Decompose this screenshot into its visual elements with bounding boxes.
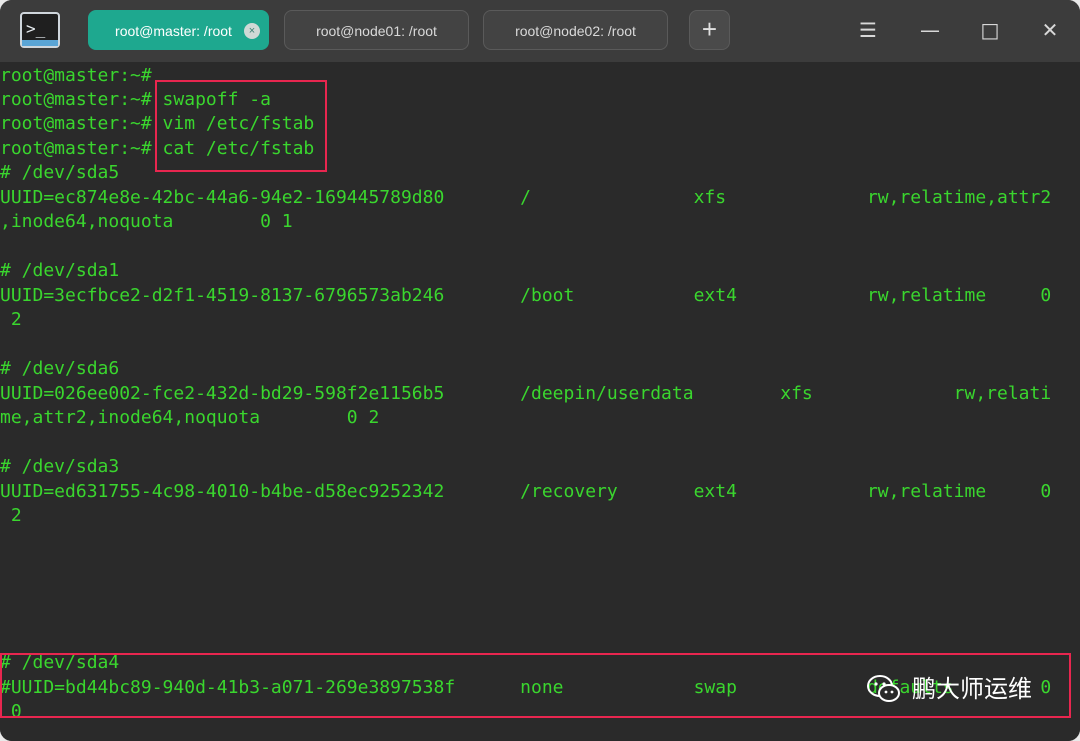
terminal-line: # /dev/sda1 — [0, 260, 120, 281]
tab-label: root@master: /root — [115, 23, 232, 39]
tab-label: root@node02: /root — [515, 23, 636, 39]
close-window-icon[interactable]: ✕ — [1038, 18, 1062, 42]
maximize-icon[interactable]: □ — [978, 18, 1002, 42]
terminal-line: UUID=ec874e8e-42bc-44a6-94e2-169445789d8… — [0, 187, 1052, 208]
close-tab-icon[interactable]: × — [244, 23, 260, 39]
new-tab-button[interactable]: + — [689, 10, 730, 50]
terminal-line: 2 — [0, 505, 22, 526]
tab-label: root@node01: /root — [316, 23, 437, 39]
terminal-line: # /dev/sda6 — [0, 358, 120, 379]
terminal-line: UUID=ed631755-4c98-4010-b4be-d58ec925234… — [0, 481, 1052, 502]
tab-root-node01[interactable]: root@node01: /root — [284, 10, 469, 50]
terminal-line: UUID=026ee002-fce2-432d-bd29-598f2e1156b… — [0, 383, 1052, 404]
minimize-icon[interactable]: — — [918, 18, 942, 42]
terminal-line: root@master:~# — [0, 65, 152, 86]
title-bar: >_ root@master: /root × root@node01: /ro… — [0, 0, 1080, 62]
terminal-line: # /dev/sda5 — [0, 162, 120, 183]
commands-highlight-box — [155, 80, 327, 172]
swap-entry-highlight-box — [0, 653, 1071, 718]
terminal-output[interactable]: root@master:~# root@master:~# swapoff -a… — [0, 62, 1080, 741]
terminal-line: 2 — [0, 309, 22, 330]
tab-root-master[interactable]: root@master: /root × — [88, 10, 269, 50]
terminal-line: me,attr2,inode64,noquota 0 2 — [0, 407, 380, 428]
terminal-icon[interactable]: >_ — [20, 12, 60, 48]
wechat-icon — [867, 675, 900, 702]
terminal-line: ,inode64,noquota 0 1 — [0, 211, 293, 232]
watermark-text: 鹏大师运维 — [912, 675, 1032, 703]
terminal-line: UUID=3ecfbce2-d2f1-4519-8137-6796573ab24… — [0, 285, 1052, 306]
menu-icon[interactable]: ☰ — [856, 18, 880, 42]
tab-root-node02[interactable]: root@node02: /root — [483, 10, 668, 50]
terminal-window: >_ root@master: /root × root@node01: /ro… — [0, 0, 1080, 741]
terminal-line: # /dev/sda3 — [0, 456, 120, 477]
